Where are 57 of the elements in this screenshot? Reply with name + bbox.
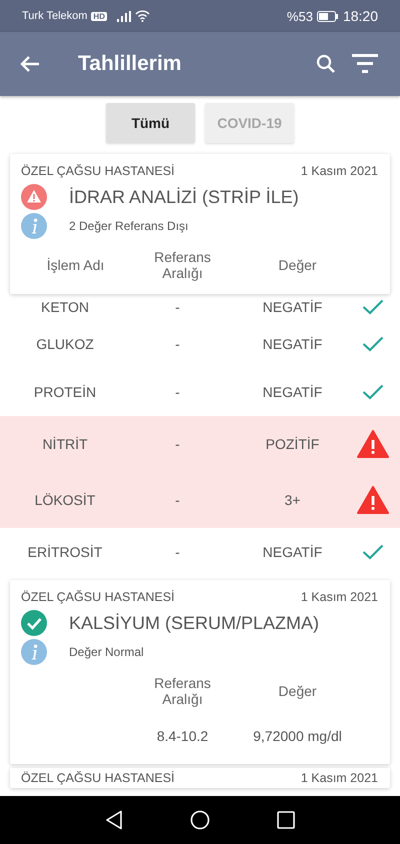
column-header: Referans Aralığı xyxy=(153,675,212,707)
network-badge: HD xyxy=(91,12,107,20)
info-icon xyxy=(21,639,47,665)
result-summary: 2 Değer Referans Dışı xyxy=(69,219,188,233)
reference-range: - xyxy=(174,384,181,400)
result-date: 1 Kasım 2021 xyxy=(300,771,378,785)
result-card[interactable]: ÖZEL ÇAĞSU HASTANESİ 1 Kasım 2021 xyxy=(10,768,390,788)
clock-time: 18:20 xyxy=(342,8,378,24)
page-title: Tahlillerim xyxy=(78,52,182,76)
square-icon xyxy=(277,811,295,829)
reference-range: 8.4-10.2 xyxy=(156,728,210,744)
search-icon xyxy=(316,54,336,74)
battery-icon xyxy=(316,10,339,22)
test-name: LÖKOSİT xyxy=(34,492,96,508)
back-arrow-icon xyxy=(20,55,40,73)
info-icon xyxy=(21,213,47,239)
result-card[interactable]: ÖZEL ÇAĞSU HASTANESİ 1 Kasım 2021 KALSİYUM (SERUM/PLAZMA) Değer Normal Referans Aralığı Değer 8.4-10.2 9,72000 mg/dl xyxy=(10,580,390,764)
filter-icon xyxy=(352,54,378,74)
result-value: NEGATİF xyxy=(262,384,324,400)
result-value: POZİTİF xyxy=(264,436,320,452)
column-header: Değer xyxy=(277,683,318,699)
reference-range: - xyxy=(174,336,181,352)
test-name: ERİTROSİT xyxy=(26,544,104,560)
result-summary: Değer Normal xyxy=(69,645,144,659)
test-title: KALSİYUM (SERUM/PLAZMA) xyxy=(69,612,320,634)
warning-icon xyxy=(21,184,47,210)
result-value: NEGATİF xyxy=(262,544,324,560)
reference-range: - xyxy=(174,492,181,508)
triangle-icon xyxy=(105,810,123,830)
test-name: GLUKOZ xyxy=(35,336,95,352)
result-date: 1 Kasım 2021 xyxy=(300,590,378,604)
carrier-name: Turk Telekom xyxy=(22,10,88,22)
wifi-icon xyxy=(134,10,150,22)
column-header: Değer xyxy=(277,257,318,273)
test-name: NİTRİT xyxy=(41,436,89,452)
battery-level: %53 xyxy=(286,8,313,24)
column-header: İşlem Adı xyxy=(46,257,106,273)
hospital-name: ÖZEL ÇAĞSU HASTANESİ xyxy=(21,164,175,178)
result-value: NEGATİF xyxy=(262,299,324,315)
result-card[interactable]: ÖZEL ÇAĞSU HASTANESİ 1 Kasım 2021 İDRAR ANALİZİ (STRİP İLE) 2 Değer Referans Dışı İşlem Adı Referans Aralığı Değer xyxy=(10,154,390,294)
test-title: İDRAR ANALİZİ (STRİP İLE) xyxy=(69,186,299,208)
signal-icon xyxy=(116,10,131,22)
column-header: Referans Aralığı xyxy=(153,249,212,281)
check-circle-icon xyxy=(21,610,47,636)
result-date: 1 Kasım 2021 xyxy=(300,164,378,178)
test-name: KETON xyxy=(40,299,90,315)
reference-range: - xyxy=(174,436,181,452)
filter-tab[interactable]: Tümü xyxy=(106,103,195,143)
test-name: PROTEİN xyxy=(32,384,98,400)
reference-range: - xyxy=(174,544,181,560)
hospital-name: ÖZEL ÇAĞSU HASTANESİ xyxy=(21,771,175,785)
reference-range: - xyxy=(174,299,181,315)
result-value: NEGATİF xyxy=(262,336,324,352)
circle-icon xyxy=(190,810,210,830)
hospital-name: ÖZEL ÇAĞSU HASTANESİ xyxy=(21,590,175,604)
result-value: 9,72000 mg/dl xyxy=(252,728,343,744)
result-value: 3+ xyxy=(284,492,302,508)
